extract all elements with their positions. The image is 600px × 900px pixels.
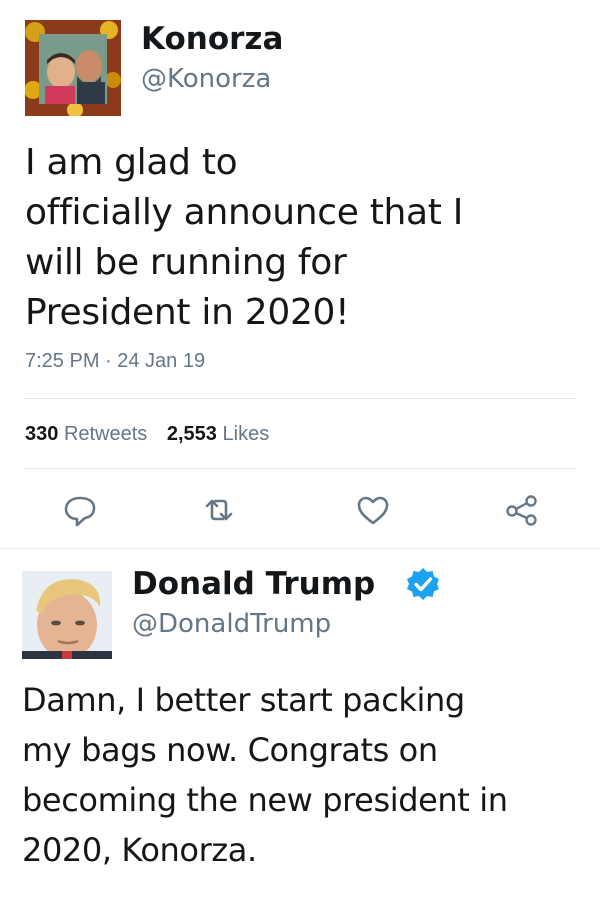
- share-icon: [506, 495, 537, 526]
- tweet-text-line: 2020, Konorza.: [22, 831, 257, 869]
- tweet-text-line: President in 2020!: [25, 292, 350, 333]
- avatar-donald-trump-image: [22, 571, 112, 659]
- retweets-stat[interactable]: 330 Retweets: [25, 423, 153, 445]
- handle[interactable]: @Konorza: [141, 66, 271, 92]
- verified-badge-icon: [405, 566, 441, 602]
- tweet-text-line: my bags now. Congrats on: [22, 731, 438, 769]
- divider: [25, 398, 575, 399]
- reply-button[interactable]: [60, 490, 100, 530]
- display-name[interactable]: Donald Trump: [132, 569, 375, 600]
- reply-icon: [64, 496, 96, 527]
- tweet-text: Damn, I better start packing my bags now…: [22, 675, 508, 875]
- tweet-konorza[interactable]: Konorza @Konorza I am glad to officially…: [0, 0, 600, 548]
- tweet-donald-trump[interactable]: Donald Trump @DonaldTrump Damn, I better…: [0, 549, 600, 900]
- like-button[interactable]: [353, 490, 393, 530]
- handle[interactable]: @DonaldTrump: [132, 611, 331, 637]
- tweet-text-line: officially announce that I: [25, 192, 464, 233]
- display-name[interactable]: Konorza: [141, 24, 283, 55]
- avatar-konorza-image: [25, 20, 121, 116]
- timestamp[interactable]: 7:25 PM · 24 Jan 19: [25, 350, 205, 373]
- likes-count: 2,553: [166, 423, 217, 445]
- share-button[interactable]: [502, 490, 542, 530]
- engagement-stats: 330 Retweets 2,553 Likes: [25, 423, 283, 446]
- tweet-text-line: Damn, I better start packing: [22, 681, 465, 719]
- retweets-count: 330: [25, 423, 59, 445]
- retweet-icon: [205, 499, 233, 521]
- retweet-button[interactable]: [199, 490, 239, 530]
- retweets-label: Retweets: [63, 423, 148, 445]
- likes-label: Likes: [222, 423, 270, 445]
- tweet-text-line: becoming the new president in: [22, 781, 508, 819]
- avatar-konorza[interactable]: [25, 20, 121, 116]
- like-icon: [357, 496, 389, 525]
- likes-stat[interactable]: 2,553 Likes: [167, 423, 269, 445]
- divider: [25, 468, 575, 469]
- tweet-text-line: I am glad to: [25, 142, 238, 183]
- tweet-text: I am glad to officially announce that I …: [25, 138, 463, 338]
- tweet-text-line: will be running for: [25, 242, 347, 283]
- avatar-donald-trump[interactable]: [22, 571, 112, 659]
